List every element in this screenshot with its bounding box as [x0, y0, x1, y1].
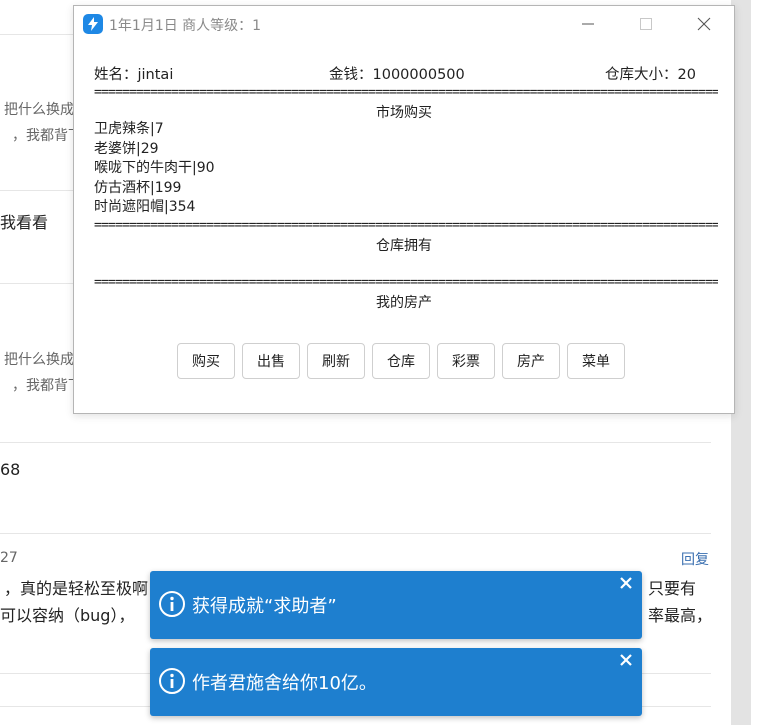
market-section-title: 市场购买 — [376, 105, 432, 121]
reply-link[interactable]: 回复 — [681, 549, 709, 569]
sell-button[interactable]: 出售 — [242, 343, 300, 379]
close-icon[interactable] — [618, 652, 634, 668]
close-button[interactable] — [682, 10, 726, 38]
warehouse-section-title: 仓库拥有 — [376, 238, 432, 254]
close-icon[interactable] — [618, 575, 634, 591]
separator-line: ========================================… — [94, 219, 718, 233]
lightning-icon — [88, 17, 98, 31]
window-title: 1年1月1日 商人等级：1 — [109, 18, 262, 34]
background-snippet: 只要有 — [648, 579, 697, 598]
property-button[interactable]: 房产 — [502, 343, 560, 379]
lightning-app-icon — [83, 14, 103, 34]
player-name: 姓名：jintai — [94, 67, 174, 83]
property-section-title: 我的房产 — [376, 295, 432, 311]
market-item: 老婆饼|29 — [94, 140, 159, 157]
maximize-icon — [640, 18, 652, 30]
minimize-icon — [582, 23, 594, 25]
background-divider — [0, 442, 711, 443]
refresh-button[interactable]: 刷新 — [307, 343, 365, 379]
minimize-button[interactable] — [566, 10, 610, 38]
info-icon — [159, 668, 185, 694]
toast-message: 作者君施舍给你10亿。 — [192, 673, 377, 694]
market-item: 喉咙下的牛肉干|90 — [94, 160, 215, 176]
action-button-row: 购买 出售 刷新 仓库 彩票 房产 菜单 — [177, 343, 625, 379]
background-snippet: 我看看 — [0, 213, 49, 232]
close-icon — [697, 17, 711, 31]
achievement-toast: 获得成就“求助者” — [150, 571, 642, 639]
lottery-button[interactable]: 彩票 — [437, 343, 495, 379]
background-snippet: 27 — [0, 550, 18, 566]
maximize-button[interactable] — [624, 10, 668, 38]
separator-line: ========================================… — [94, 86, 718, 100]
player-money: 金钱：1000000500 — [329, 67, 465, 83]
background-snippet: 把什么换成 — [4, 352, 74, 368]
market-item-list: 卫虎辣条|7 老婆饼|29 喉咙下的牛肉干|90 仿古酒杯|199 时尚遮阳帽|… — [94, 120, 215, 218]
market-item: 仿古酒杯|199 — [94, 179, 182, 196]
market-item: 时尚遮阳帽|354 — [94, 199, 196, 215]
warehouse-size: 仓库大小：20 — [605, 67, 696, 83]
background-snippet: ，我都背下 — [12, 128, 82, 144]
separator-line: ========================================… — [94, 276, 718, 290]
background-divider — [0, 533, 711, 534]
background-snippet: ，真的是轻松至极啊 — [4, 579, 149, 598]
gift-toast: 作者君施舍给你10亿。 — [150, 648, 642, 716]
window-titlebar[interactable]: 1年1月1日 商人等级：1 — [74, 6, 734, 42]
background-snippet: 率最高， — [648, 606, 713, 625]
game-window: 1年1月1日 商人等级：1 姓名：jintai 金钱：1000000500 仓库… — [73, 5, 735, 414]
background-snippet: ，我都背下 — [12, 378, 82, 394]
background-snippet: 68 — [0, 460, 21, 479]
info-icon — [159, 591, 185, 617]
toast-message: 获得成就“求助者” — [192, 596, 337, 617]
market-item: 卫虎辣条|7 — [94, 121, 164, 137]
background-snippet: 把什么换成 — [4, 102, 74, 118]
warehouse-button[interactable]: 仓库 — [372, 343, 430, 379]
background-snippet: 可以容纳（bug）， — [0, 606, 135, 625]
menu-button[interactable]: 菜单 — [567, 343, 625, 379]
buy-button[interactable]: 购买 — [177, 343, 235, 379]
